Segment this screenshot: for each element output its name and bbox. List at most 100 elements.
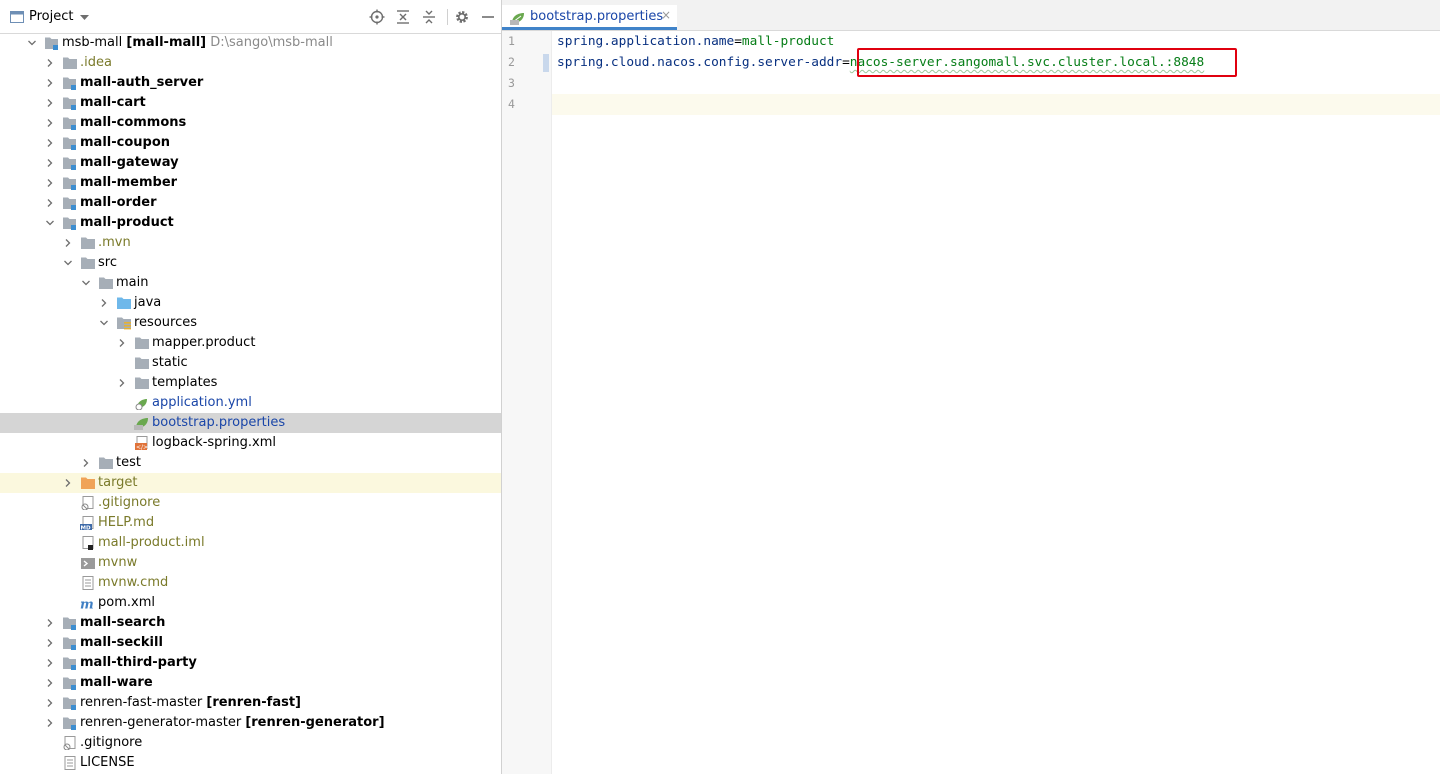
chevron-right-icon[interactable]: [100, 299, 108, 307]
chevron-right-icon[interactable]: [46, 679, 54, 687]
tree-item-help-md[interactable]: MD HELP.md: [0, 513, 501, 533]
tree-item-label: .idea: [80, 53, 112, 73]
tree-item-mall-member[interactable]: mall-member: [0, 173, 501, 193]
tree-item-msb-mall[interactable]: msb-mall [mall-mall] D:\sango\msb-mall: [0, 33, 501, 53]
tree-item-test[interactable]: test: [0, 453, 501, 473]
tree-item-src[interactable]: src: [0, 253, 501, 273]
tree-item-resources[interactable]: resources: [0, 313, 501, 333]
folder-icon: [81, 257, 95, 269]
module-icon: [63, 157, 76, 170]
tree-item-mall-gateway[interactable]: mall-gateway: [0, 153, 501, 173]
tree-item-mall-cart[interactable]: mall-cart: [0, 93, 501, 113]
tree-item-gitignore[interactable]: .gitignore: [0, 493, 501, 513]
module-icon: [63, 617, 76, 630]
tree-item-name: .gitignore: [80, 735, 143, 750]
chevron-down-icon[interactable]: [46, 219, 54, 227]
tree-item-name: logback-spring.xml: [152, 435, 276, 450]
chevron-right-icon[interactable]: [46, 619, 54, 627]
chevron-right-icon[interactable]: [64, 239, 72, 247]
chevron-right-icon[interactable]: [46, 99, 54, 107]
tree-item-mvn[interactable]: .mvn: [0, 233, 501, 253]
tree-item-mall-product-iml[interactable]: mall-product.iml: [0, 533, 501, 553]
tree-item-mall-seckill[interactable]: mall-seckill: [0, 633, 501, 653]
tree-item-mvnw[interactable]: mvnw: [0, 553, 501, 573]
chevron-right-icon[interactable]: [46, 719, 54, 727]
chevron-right-icon[interactable]: [46, 79, 54, 87]
chevron-right-icon[interactable]: [46, 159, 54, 167]
tree-item-name: mvnw.cmd: [98, 575, 169, 590]
chevron-right-icon[interactable]: [46, 119, 54, 127]
chevron-right-icon[interactable]: [46, 59, 54, 67]
tree-item-mall-search[interactable]: mall-search: [0, 613, 501, 633]
property-key: spring.application.name: [557, 34, 735, 49]
tree-item-name: .gitignore: [98, 495, 161, 510]
vcs-change-marker[interactable]: [543, 54, 549, 72]
tree-item-label: target: [98, 473, 138, 493]
chevron-right-icon[interactable]: [46, 199, 54, 207]
chevron-down-icon[interactable]: [64, 259, 72, 267]
chevron-right-icon[interactable]: [64, 479, 72, 487]
md-file-icon: MD: [80, 516, 94, 530]
project-view-selector[interactable]: Project: [29, 9, 73, 24]
tree-item-application-yml[interactable]: application.yml: [0, 393, 501, 413]
chevron-right-icon[interactable]: [46, 659, 54, 667]
chevron-down-icon[interactable]: [80, 15, 89, 21]
expand-all-icon[interactable]: [395, 9, 411, 25]
tree-item-mapper-product[interactable]: mapper.product: [0, 333, 501, 353]
chevron-right-icon[interactable]: [118, 339, 126, 347]
chevron-right-icon[interactable]: [46, 179, 54, 187]
tree-item-target[interactable]: target: [0, 473, 501, 493]
hide-icon[interactable]: [480, 9, 496, 25]
tree-item-label: mall-order: [80, 193, 157, 213]
tree-item-mall-coupon[interactable]: mall-coupon: [0, 133, 501, 153]
tree-item-java[interactable]: java: [0, 293, 501, 313]
tree-item-pom-xml[interactable]: m pom.xml: [0, 593, 501, 613]
tree-item-label: mall-auth_server: [80, 73, 203, 93]
tree-item-license[interactable]: LICENSE: [0, 753, 501, 773]
tree-item-static[interactable]: static: [0, 353, 501, 373]
tree-item-idea[interactable]: .idea: [0, 53, 501, 73]
tree-item-name: mall-product.iml: [98, 535, 205, 550]
tree-item-templates[interactable]: templates: [0, 373, 501, 393]
chevron-right-icon[interactable]: [46, 699, 54, 707]
code-line-1[interactable]: spring.application.name=mall-product: [557, 31, 834, 52]
tree-item-label: application.yml: [152, 393, 252, 413]
chevron-down-icon[interactable]: [82, 279, 90, 287]
tree-item-mall-third-party[interactable]: mall-third-party: [0, 653, 501, 673]
code-editor[interactable]: spring.application.name=mall-product spr…: [552, 31, 1440, 774]
module-name-suffix: [mall-mall]: [126, 35, 207, 50]
chevron-right-icon[interactable]: [118, 379, 126, 387]
tree-item-mvnw-cmd[interactable]: mvnw.cmd: [0, 573, 501, 593]
tree-item-renren-fast-master[interactable]: renren-fast-master [renren-fast]: [0, 693, 501, 713]
tree-item-gitignore[interactable]: .gitignore: [0, 733, 501, 753]
tree-item-name: mall-search: [80, 615, 166, 630]
chevron-right-icon[interactable]: [46, 139, 54, 147]
tree-item-mall-auth-server[interactable]: mall-auth_server: [0, 73, 501, 93]
maven-file-icon: m: [80, 598, 94, 611]
tree-item-mall-product[interactable]: mall-product: [0, 213, 501, 233]
module-icon: [63, 77, 76, 90]
tree-item-bootstrap-properties[interactable]: bootstrap.properties: [0, 413, 501, 433]
close-icon[interactable]: ×: [661, 8, 671, 22]
chevron-right-icon[interactable]: [82, 459, 90, 467]
chevron-down-icon[interactable]: [100, 319, 108, 327]
locate-icon[interactable]: [369, 9, 385, 25]
gear-icon[interactable]: [454, 9, 470, 25]
tree-item-label: mall-member: [80, 173, 177, 193]
tab-bootstrap-properties[interactable]: bootstrap.properties ×: [502, 5, 677, 30]
tree-item-mall-ware[interactable]: mall-ware: [0, 673, 501, 693]
module-icon: [63, 137, 76, 150]
tree-item-mall-commons[interactable]: mall-commons: [0, 113, 501, 133]
collapse-all-icon[interactable]: [421, 9, 437, 25]
tree-item-name: bootstrap.properties: [152, 415, 286, 430]
tree-item-label: .gitignore: [98, 493, 160, 513]
tree-item-renren-generator-master[interactable]: renren-generator-master [renren-generato…: [0, 713, 501, 733]
chevron-down-icon[interactable]: [28, 39, 36, 47]
tree-item-logback-spring-xml[interactable]: </> logback-spring.xml: [0, 433, 501, 453]
module-name-suffix: [renren-fast]: [206, 695, 301, 710]
tree-item-mall-order[interactable]: mall-order: [0, 193, 501, 213]
chevron-right-icon[interactable]: [46, 639, 54, 647]
tree-item-name: mall-auth_server: [80, 75, 204, 90]
tree-item-main[interactable]: main: [0, 273, 501, 293]
module-icon: [63, 197, 76, 210]
